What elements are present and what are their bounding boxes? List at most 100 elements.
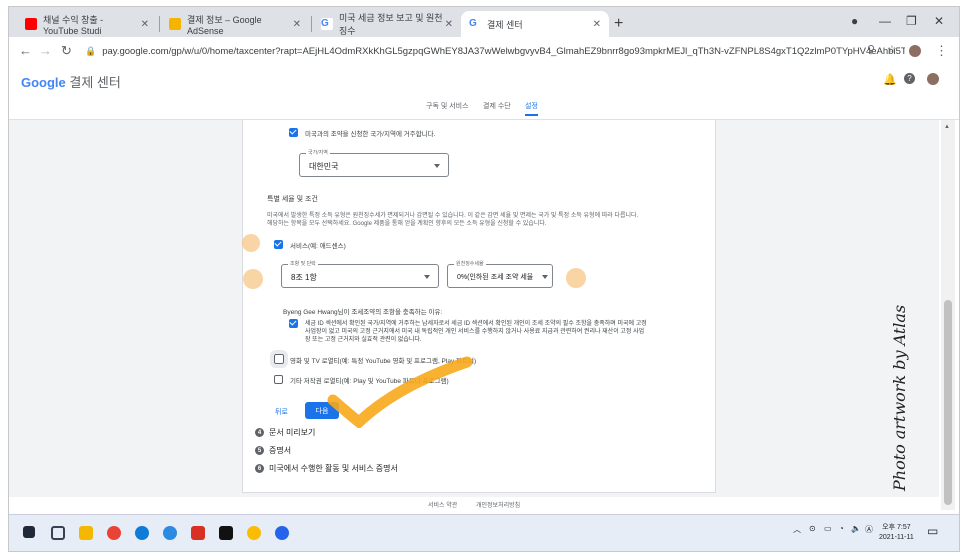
- checkmark-annotation-icon: [327, 356, 473, 428]
- google-icon: G: [321, 18, 333, 30]
- help-icon[interactable]: ?: [904, 73, 915, 84]
- browser-window: 채널 수익 창출 - YouTube Studi ✕ 결제 정보 – Googl…: [8, 6, 960, 552]
- page-title: Google 결제 센터: [21, 72, 121, 91]
- tab-youtube-studio[interactable]: 채널 수익 창출 - YouTube Studi ✕: [17, 11, 157, 37]
- terms-link[interactable]: 서비스 약관: [428, 500, 457, 509]
- avatar[interactable]: [909, 45, 921, 57]
- close-icon[interactable]: ✕: [141, 19, 149, 30]
- bookmark-star-icon[interactable]: ☆: [887, 43, 897, 56]
- close-icon[interactable]: ✕: [445, 19, 453, 30]
- wifi-icon[interactable]: ◔: [839, 524, 844, 533]
- country-value: 대한민국: [309, 162, 339, 171]
- rate-value: 0%(인하된 조세 조약 세율: [457, 274, 534, 281]
- windows-taskbar: ︿ ⊙ ▭ ◔ 🔈 Ⓐ 오후 7:57 2021-11-11 ▭: [9, 514, 959, 551]
- tab-payment-center[interactable]: G 결제 센터 ✕: [461, 11, 609, 37]
- step-label: 문서 미리보기: [269, 428, 316, 437]
- watermark-signature: Photo artwork by Atlas: [890, 305, 909, 492]
- reload-icon[interactable]: ↻: [61, 43, 72, 59]
- highlight-dot: [242, 234, 260, 252]
- app-icon[interactable]: [275, 526, 289, 540]
- back-button[interactable]: 뒤로: [275, 407, 288, 417]
- profile-record-icon[interactable]: ●: [851, 14, 858, 28]
- tab-tax-info[interactable]: G 미국 세금 정보 보고 및 원천징수 ✕: [313, 11, 461, 37]
- rate-legend: 원천징수세율: [454, 260, 486, 267]
- tab-adsense[interactable]: 결제 정보 – Google AdSense ✕: [161, 11, 309, 37]
- highlight-dot: [243, 269, 263, 289]
- other-royalty-checkbox[interactable]: [274, 375, 283, 384]
- tray-chevron-icon[interactable]: ︿: [793, 524, 801, 535]
- volume-icon[interactable]: 🔈: [851, 524, 861, 533]
- new-tab-button[interactable]: +: [614, 15, 623, 33]
- file-explorer-icon[interactable]: [79, 526, 93, 540]
- services-checkbox[interactable]: [274, 240, 283, 249]
- reason-label: Byeng Gee Hwang님이 조세조약의 조항을 충족하는 이유:: [283, 309, 443, 316]
- back-arrow-icon[interactable]: ←: [19, 43, 32, 58]
- scroll-thumb[interactable]: [944, 300, 952, 505]
- main-content: 미국과의 조약을 신청한 국가/지역에 거주합니다. 국가/지역 대한민국 특별…: [9, 120, 939, 497]
- services-label: 서비스(예: 애드센스): [290, 243, 346, 250]
- country-legend: 국가/지역: [306, 149, 330, 156]
- zoom-icon[interactable]: ⚲: [867, 43, 875, 56]
- google-icon: G: [469, 18, 481, 30]
- tab-settings[interactable]: 설정: [525, 101, 538, 116]
- page-header: Google 결제 센터 🔔 ?: [9, 65, 959, 95]
- maximize-icon[interactable]: ❐: [906, 14, 917, 28]
- page-scrollbar[interactable]: ▲: [941, 120, 955, 510]
- movies-checkbox[interactable]: [270, 350, 288, 368]
- residence-checkbox[interactable]: [289, 128, 298, 137]
- app-icon[interactable]: [191, 526, 205, 540]
- chevron-down-icon: [542, 275, 548, 279]
- notification-bell-icon[interactable]: 🔔: [883, 73, 897, 86]
- close-icon[interactable]: ✕: [593, 19, 601, 30]
- page-footer: 서비스 약관 개인정보처리방침: [9, 497, 939, 511]
- windows-start-icon[interactable]: [23, 526, 35, 538]
- forward-arrow-icon[interactable]: →: [39, 43, 52, 58]
- minimize-icon[interactable]: —: [879, 14, 891, 28]
- system-clock[interactable]: 오후 7:57 2021-11-11: [879, 523, 914, 543]
- article-value: 8조 1항: [291, 273, 317, 282]
- reason-checkbox[interactable]: [289, 319, 298, 328]
- withholding-rate-select[interactable]: 원천징수세율 0%(인하된 조세 조약 세율: [447, 260, 553, 288]
- adsense-icon: [169, 18, 181, 30]
- edge-icon[interactable]: [135, 526, 149, 540]
- battery-icon[interactable]: ▭: [824, 524, 832, 533]
- tab-label: 결제 센터: [487, 19, 523, 30]
- google-logo: Google: [21, 75, 66, 90]
- step-number: 6: [255, 464, 264, 473]
- special-rates-desc-2: 해당하는 항목을 모두 선택하세요. Google 제품을 통해 얻을 계획인 …: [267, 221, 547, 227]
- menu-dots-icon[interactable]: ⋮: [935, 43, 948, 59]
- highlight-dot: [566, 268, 586, 288]
- tab-subscriptions[interactable]: 구독 및 서비스: [426, 101, 469, 111]
- url-text: pay.google.com/gp/w/u/0/home/taxcenter?r…: [102, 45, 905, 57]
- privacy-link[interactable]: 개인정보처리방침: [476, 500, 520, 509]
- step-label: 미국에서 수행한 활동 및 서비스 증명서: [269, 464, 398, 473]
- address-bar: ← → ↻ 🔒 pay.google.com/gp/w/u/0/home/tax…: [9, 37, 959, 66]
- step-document-preview: 4 문서 미리보기: [255, 427, 315, 438]
- ime-icon[interactable]: Ⓐ: [865, 524, 873, 535]
- url-field[interactable]: 🔒 pay.google.com/gp/w/u/0/home/taxcenter…: [85, 41, 905, 61]
- window-close-icon[interactable]: ✕: [934, 14, 944, 28]
- article-legend: 조항 및 단락: [288, 260, 318, 267]
- svg-text:Photo artwork by Atlas: Photo artwork by Atlas: [890, 305, 909, 492]
- step-number: 4: [255, 428, 264, 437]
- tab-label: 채널 수익 창출 - YouTube Studi: [43, 14, 104, 36]
- settings-nav: 구독 및 서비스 결제 수단 설정: [9, 95, 959, 120]
- tab-label: 미국 세금 정보 보고 및 원천징수: [339, 13, 443, 36]
- chrome-icon[interactable]: [107, 526, 121, 540]
- close-icon[interactable]: ✕: [293, 19, 301, 30]
- avatar[interactable]: [927, 73, 939, 85]
- country-select[interactable]: 국가/지역 대한민국: [299, 149, 449, 177]
- tab-payment-methods[interactable]: 결제 수단: [483, 101, 511, 111]
- article-select[interactable]: 조항 및 단락 8조 1항: [281, 260, 439, 288]
- paint-icon[interactable]: [247, 526, 261, 540]
- notification-center-icon[interactable]: ▭: [927, 524, 938, 538]
- app-icon[interactable]: [163, 526, 177, 540]
- task-view-icon[interactable]: [51, 526, 65, 540]
- tab-label: 결제 정보 – Google AdSense: [187, 14, 262, 36]
- step-number: 5: [255, 446, 264, 455]
- step-label: 증명서: [269, 446, 292, 455]
- app-icon[interactable]: [219, 526, 233, 540]
- scroll-up-icon[interactable]: ▲: [944, 124, 950, 130]
- residence-label: 미국과의 조약을 신청한 국가/지역에 거주합니다.: [305, 131, 436, 138]
- tray-app-icon[interactable]: ⊙: [809, 524, 816, 533]
